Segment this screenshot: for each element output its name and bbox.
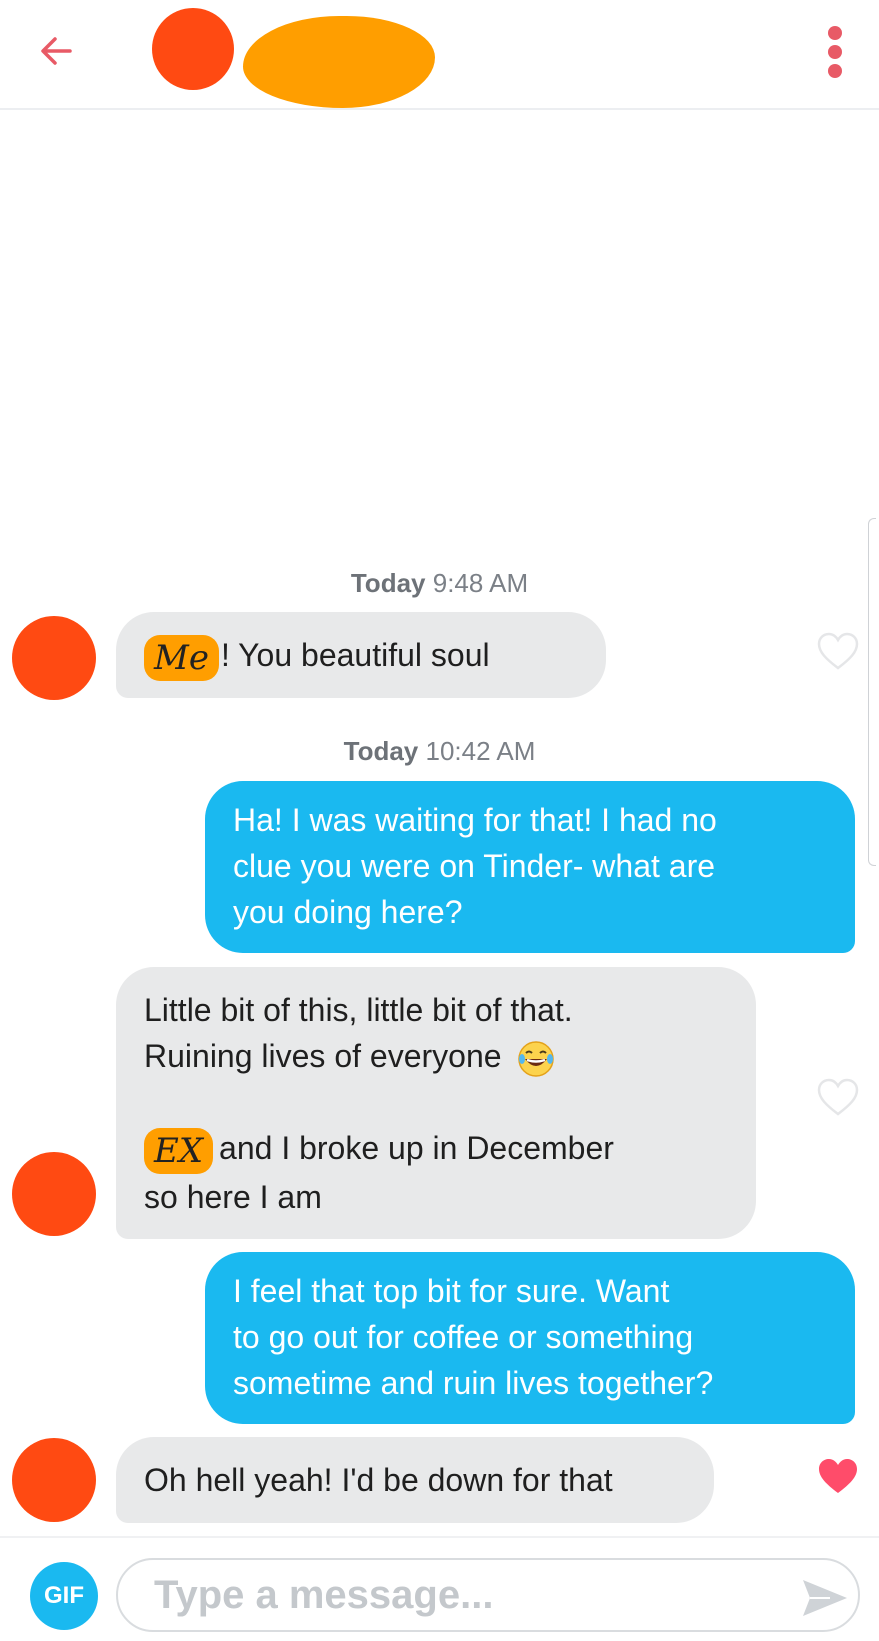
match-avatar[interactable] (152, 8, 234, 90)
heart-outline-icon[interactable] (816, 631, 860, 671)
match-message-avatar[interactable] (12, 1438, 96, 1522)
outgoing-message-bubble[interactable]: I feel that top bit for sure. Want to go… (205, 1252, 855, 1424)
outgoing-message-bubble[interactable]: Ha! I was waiting for that! I had no clu… (205, 781, 855, 953)
message-line-with-emoji: Ruining lives of everyone (144, 1033, 728, 1079)
message-line: you doing here? (233, 894, 463, 930)
heart-filled-icon[interactable] (816, 1456, 860, 1496)
back-button[interactable] (30, 25, 82, 77)
timestamp-day: Today (343, 736, 419, 766)
message-text: ! You beautiful soul (220, 637, 490, 673)
name-redaction: Me (144, 634, 219, 681)
more-options-button[interactable] (820, 22, 850, 82)
message-timestamp: Today 9:48 AM (0, 568, 879, 599)
timestamp-time: 9:48 AM (432, 568, 529, 598)
message-line: to go out for coffee or something (233, 1319, 694, 1355)
heart-outline-icon[interactable] (816, 1077, 860, 1117)
message-line: sometime and ruin lives together? (233, 1365, 714, 1401)
incoming-message-bubble[interactable]: Oh hell yeah! I'd be down for that (116, 1437, 714, 1523)
message-line-with-redaction: EX and I broke up in December (144, 1125, 728, 1174)
laughing-tears-emoji (518, 1040, 555, 1077)
message-line: clue you were on Tinder- what are (233, 848, 716, 884)
message-line: Ha! I was waiting for that! I had no (233, 802, 717, 838)
timestamp-time: 10:42 AM (425, 736, 536, 766)
gif-button[interactable]: GIF (30, 1562, 98, 1630)
match-name-redaction[interactable] (243, 16, 435, 108)
message-text: Oh hell yeah! I'd be down for that (144, 1462, 613, 1498)
chat-header (0, 0, 879, 110)
message-composer: GIF (0, 1536, 879, 1641)
message-timestamp: Today 10:42 AM (0, 736, 879, 767)
message-line: and I broke up in December (219, 1130, 614, 1166)
message-line: so here I am (144, 1178, 322, 1215)
message-line: Ruining lives of everyone (144, 1038, 502, 1074)
message-line: Little bit of this, little bit of that. (144, 992, 573, 1028)
message-line: I feel that top bit for sure. Want (233, 1273, 670, 1309)
match-message-avatar[interactable] (12, 1152, 96, 1236)
incoming-message-bubble[interactable]: Little bit of this, little bit of that. … (116, 967, 756, 1239)
more-vertical-icon (828, 26, 842, 40)
arrow-left-icon (41, 37, 72, 65)
match-message-avatar[interactable] (12, 616, 96, 700)
message-input[interactable] (116, 1558, 860, 1632)
more-dot (828, 64, 842, 78)
timestamp-day: Today (350, 568, 426, 598)
ex-name-redaction: EX (144, 1127, 214, 1174)
incoming-message-bubble[interactable]: Me! You beautiful soul (116, 612, 606, 698)
send-icon[interactable] (800, 1576, 850, 1620)
more-dot (828, 45, 842, 59)
